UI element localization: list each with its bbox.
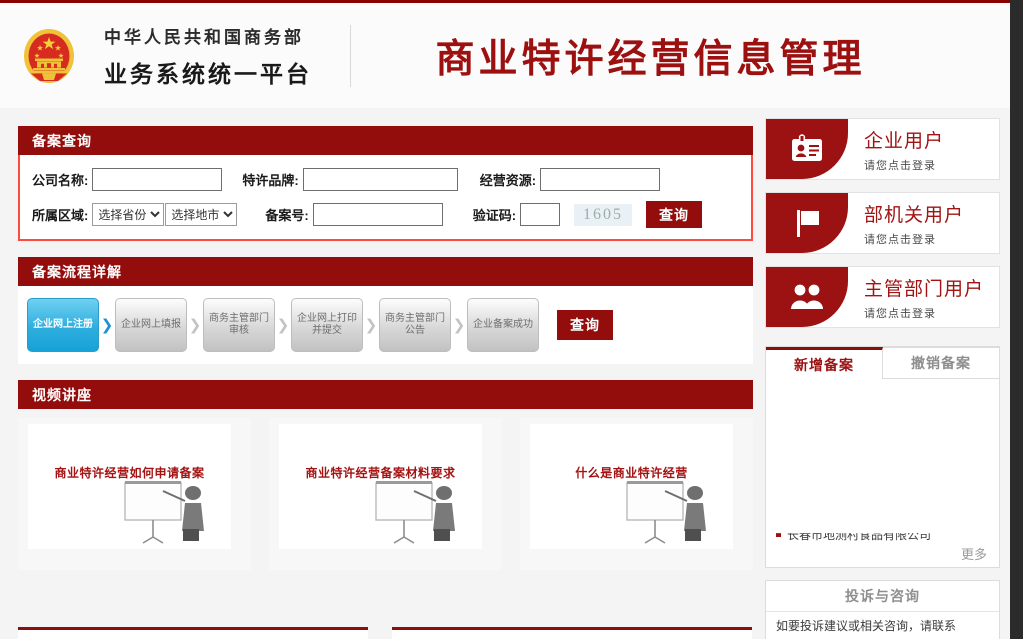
province-select[interactable]: 选择省份	[92, 203, 165, 226]
list-item[interactable]: 长春市地测村食品有限公司	[776, 528, 932, 543]
flow-step-4[interactable]: 企业网上打印并提交	[291, 298, 363, 352]
login-title: 企业用户	[864, 130, 945, 152]
video-card[interactable]: 什么是商业特许经营	[520, 418, 753, 570]
record-search-section: 备案查询 公司名称: 特许品牌: 经营资源: 所属区域: 选择省份 选择地市 备…	[18, 126, 753, 241]
top-rule	[0, 0, 1010, 3]
video-thumbnail: 什么是商业特许经营	[530, 424, 733, 549]
flag-icon	[766, 193, 848, 253]
login-card-department[interactable]: 主管部门用户 请您点击登录	[765, 266, 1000, 328]
search-form: 公司名称: 特许品牌: 经营资源: 所属区域: 选择省份 选择地市 备案号: 验…	[18, 155, 753, 241]
left-column: 备案查询 公司名称: 特许品牌: 经营资源: 所属区域: 选择省份 选择地市 备…	[18, 126, 753, 570]
chevron-right-icon-5: ❯	[452, 316, 466, 334]
login-text-ministry: 部机关用户 请您点击登录	[848, 193, 964, 253]
flow-step-5[interactable]: 商务主管部门公告	[379, 298, 451, 352]
login-subtitle: 请您点击登录	[864, 307, 936, 320]
brand-label: 特许品牌:	[242, 173, 299, 188]
site-header: 中华人民共和国商务部 业务系统统一平台 商业特许经营信息管理	[0, 3, 1010, 108]
presenter-projector-icon	[124, 481, 204, 544]
platform-name: 业务系统统一平台	[104, 60, 312, 87]
flow-step-6[interactable]: 企业备案成功	[467, 298, 539, 352]
chevron-right-icon-4: ❯	[364, 316, 378, 334]
presenter-projector-icon	[626, 481, 706, 544]
ministry-name: 中华人民共和国商务部	[104, 27, 304, 47]
login-text-department: 主管部门用户 请您点击登录	[848, 267, 984, 327]
ministry-brand: 中华人民共和国商务部 业务系统统一平台	[104, 23, 312, 89]
video-thumbnail: 商业特许经营如何申请备案	[28, 424, 231, 549]
flow-step-2[interactable]: 企业网上填报	[115, 298, 187, 352]
chevron-right-icon-2: ❯	[188, 316, 202, 334]
tab-cancel-record[interactable]: 撤销备案	[883, 347, 999, 379]
tab-new-record[interactable]: 新增备案	[766, 347, 883, 379]
video-section-heading: 视频讲座	[18, 380, 753, 409]
video-card[interactable]: 商业特许经营如何申请备案	[18, 418, 251, 570]
login-subtitle: 请您点击登录	[864, 159, 936, 172]
flow-step-1[interactable]: 企业网上注册	[27, 298, 99, 352]
bottom-cut-panels	[0, 627, 1010, 639]
flow-step-3[interactable]: 商务主管部门审核	[203, 298, 275, 352]
page-title: 商业特许经营信息管理	[435, 37, 866, 81]
video-card[interactable]: 商业特许经营备案材料要求	[269, 418, 502, 570]
flow-query-button[interactable]: 查询	[557, 310, 613, 340]
record-tab-body: 长春市地测村食品有限公司 更多	[766, 379, 999, 567]
bullet-icon	[776, 533, 781, 537]
company-label: 公司名称:	[32, 173, 89, 188]
page-root: 中华人民共和国商务部 业务系统统一平台 商业特许经营信息管理 备案查询 公司名称…	[0, 0, 1023, 639]
bottom-panel-left	[18, 627, 368, 639]
login-subtitle: 请您点击登录	[864, 233, 936, 246]
region-label: 所属区域:	[32, 208, 89, 223]
presenter-projector-icon	[375, 481, 455, 544]
login-card-enterprise[interactable]: 企业用户 请您点击登录	[765, 118, 1000, 180]
body-area: 备案查询 公司名称: 特许品牌: 经营资源: 所属区域: 选择省份 选择地市 备…	[0, 108, 1010, 639]
record-no-label: 备案号:	[265, 208, 309, 223]
search-section-heading: 备案查询	[18, 126, 753, 155]
resource-label: 经营资源:	[479, 173, 537, 188]
video-thumbnail: 商业特许经营备案材料要求	[279, 424, 482, 549]
bottom-panel-right	[392, 627, 752, 639]
login-card-ministry[interactable]: 部机关用户 请您点击登录	[765, 192, 1000, 254]
right-gutter	[1010, 0, 1023, 639]
brand-input[interactable]	[302, 168, 458, 191]
flow-steps: 企业网上注册 ❯ 企业网上填报 ❯ 商务主管部门审核 ❯ 企业网上打印并提交 ❯…	[18, 286, 753, 364]
resource-input[interactable]	[540, 168, 661, 191]
record-no-input[interactable]	[312, 203, 443, 226]
national-emblem-icon	[16, 23, 82, 89]
search-submit-button[interactable]: 查询	[646, 201, 703, 228]
video-list: 商业特许经营如何申请备案 商业特许经营备案材料要求 什么是商业特许经营	[18, 418, 753, 570]
flow-section-heading: 备案流程详解	[18, 257, 753, 286]
captcha-input[interactable]	[520, 203, 561, 226]
chevron-right-icon-3: ❯	[276, 316, 290, 334]
chevron-right-icon-1: ❯	[100, 316, 114, 334]
login-title: 部机关用户	[864, 204, 965, 226]
users-icon	[766, 267, 848, 327]
right-column: 企业用户 请您点击登录 部机关用户 请您点击登录 主管部门用户 请您点击登录 新…	[765, 118, 1000, 639]
list-item-label: 长春市地测村食品有限公司	[787, 528, 932, 542]
login-title: 主管部门用户	[864, 278, 985, 300]
search-form-row-2: 所属区域: 选择省份 选择地市 备案号: 验证码: 1605 查询	[32, 199, 741, 230]
captcha-label: 验证码:	[472, 208, 517, 223]
more-link[interactable]: 更多	[961, 544, 987, 563]
id-card-icon	[766, 119, 848, 179]
complaint-heading: 投诉与咨询	[766, 581, 999, 612]
search-form-row-1: 公司名称: 特许品牌: 经营资源:	[32, 164, 741, 195]
record-tabs-panel: 新增备案 撤销备案 长春市地测村食品有限公司 更多	[765, 346, 1000, 568]
captcha-image[interactable]: 1605	[574, 203, 633, 226]
city-select[interactable]: 选择地市	[165, 203, 238, 226]
company-input[interactable]	[92, 168, 223, 191]
record-tabs: 新增备案 撤销备案	[766, 347, 999, 379]
login-text-enterprise: 企业用户 请您点击登录	[848, 119, 944, 179]
flow-section: 备案流程详解 企业网上注册 ❯ 企业网上填报 ❯ 商务主管部门审核 ❯ 企业网上…	[18, 257, 753, 364]
video-section: 视频讲座 商业特许经营如何申请备案 商业特许经营备案材料要求 什么是商业特许经营	[18, 380, 753, 570]
